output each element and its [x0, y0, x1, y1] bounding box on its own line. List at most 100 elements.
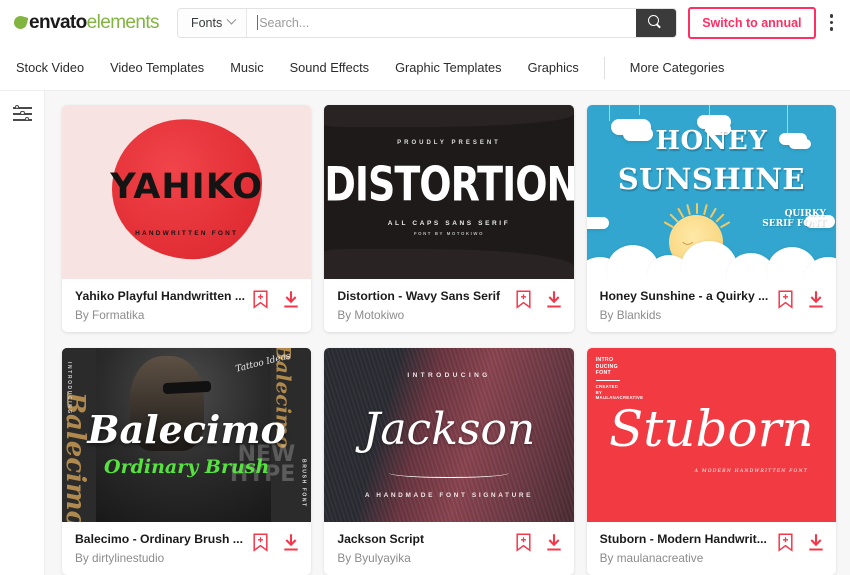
bookmark-add-icon[interactable] [777, 532, 794, 552]
art-title: DISTORTION [324, 156, 574, 212]
art-corner-text-top: INTRO DUCING FONT [596, 357, 618, 377]
card-title: Jackson Script [337, 531, 425, 546]
result-card[interactable]: INTRO DUCING FONT CREATED BY MAULANACREA… [586, 348, 836, 575]
card-author[interactable]: By Formatika [75, 308, 252, 322]
card-meta: Stuborn - Modern Handwrit... By maulanac… [587, 522, 836, 575]
filter-sidebar [0, 91, 45, 575]
nav-item-sound-effects[interactable]: Sound Effects [277, 60, 382, 75]
search-icon [648, 15, 663, 30]
more-vertical-icon[interactable] [827, 11, 837, 34]
result-card[interactable]: Balecimo Balecimo Tattoo Ideas NEW HYPE … [62, 348, 312, 575]
bookmark-add-icon[interactable] [515, 532, 532, 552]
card-meta: Yahiko Playful Handwritten ... By Format… [62, 279, 311, 332]
download-icon[interactable] [545, 290, 563, 309]
nav-item-stock-video[interactable]: Stock Video [14, 60, 97, 75]
sunglasses-shape [162, 380, 211, 395]
card-title: Balecimo - Ordinary Brush ... [75, 531, 243, 546]
switch-to-annual-button[interactable]: Switch to annual [688, 6, 816, 39]
card-preview-image[interactable]: YAHIKO HANDWRITTEN FONT [62, 105, 312, 279]
download-icon[interactable] [282, 290, 300, 309]
sun-ray [703, 203, 709, 215]
card-author[interactable]: By dirtylinestudio [75, 551, 252, 565]
logo-suffix: elements [86, 11, 160, 33]
art-eyebrow: INTRODUCING [407, 372, 491, 380]
decorative-band [324, 248, 574, 279]
art-corner-line3: FONT [595, 370, 611, 376]
download-icon[interactable] [282, 533, 300, 552]
card-preview-image[interactable]: ︶ ︶ HONEY SUNSHINE QUIRKY SERIF FONT [586, 105, 836, 279]
text-caret [257, 15, 259, 30]
art-title-line2: SUNSHINE [617, 162, 805, 197]
card-preview-image[interactable]: Balecimo Balecimo Tattoo Ideas NEW HYPE … [62, 348, 312, 522]
card-actions [252, 531, 300, 552]
art-subtitle: QUIRKY SERIF FONT [762, 209, 826, 230]
cloud-bank [586, 239, 836, 279]
filter-sliders-icon[interactable] [12, 104, 32, 122]
body-area: YAHIKO HANDWRITTEN FONT Yahiko Playful H… [0, 91, 850, 575]
bookmark-add-icon[interactable] [252, 289, 269, 309]
category-select[interactable]: Fonts [177, 8, 248, 37]
download-icon[interactable] [807, 290, 825, 309]
sun-ray [696, 202, 699, 214]
nav-item-music[interactable]: Music [217, 60, 276, 75]
art-subtitle-line2: SERIF FONT [762, 219, 826, 230]
nav-item-video-templates[interactable]: Video Templates [97, 60, 217, 75]
art-title: Balecimo [87, 407, 286, 452]
cloud-shape [586, 217, 609, 229]
search-input-wrap [247, 9, 636, 37]
corner-rule [595, 380, 620, 381]
card-preview-image[interactable]: INTRODUCING Jackson A HANDMADE FONT SIGN… [324, 348, 574, 522]
results-grid: YAHIKO HANDWRITTEN FONT Yahiko Playful H… [45, 91, 850, 575]
search-bar: Fonts [176, 7, 677, 38]
art-corner-text-bottom: CREATED BY MAULANACREATIVE [596, 384, 644, 401]
card-meta-text: Stuborn - Modern Handwrit... By maulanac… [600, 531, 777, 565]
leaf-icon [12, 14, 29, 31]
art-title: Jackson [362, 403, 536, 455]
art-subtitle: ALL CAPS SANS SERIF [387, 219, 511, 227]
nav-item-graphics[interactable]: Graphics [515, 60, 592, 75]
art-subtitle: A MODERN HANDWRITTEN FONT [694, 469, 808, 475]
search-button[interactable] [635, 8, 676, 37]
art-title: YAHIKO [110, 166, 264, 207]
card-actions [515, 531, 563, 552]
card-title: Distortion - Wavy Sans Serif [337, 288, 501, 303]
bookmark-add-icon[interactable] [777, 289, 794, 309]
cloud-string [638, 105, 640, 115]
envato-elements-logo[interactable]: envato elements [12, 11, 160, 34]
decorative-band [324, 105, 574, 127]
download-icon[interactable] [807, 533, 825, 552]
art-title: Stuborn [608, 400, 814, 459]
art-subtitle: A HANDMADE FONT SIGNATURE [364, 492, 534, 500]
card-meta: Balecimo - Ordinary Brush ... By dirtyli… [62, 522, 311, 575]
card-actions [777, 531, 825, 552]
result-card[interactable]: INTRODUCING Jackson A HANDMADE FONT SIGN… [324, 348, 574, 575]
chevron-down-icon [226, 14, 237, 25]
sun-ray [677, 207, 685, 218]
sun-ray [669, 212, 679, 223]
result-card[interactable]: YAHIKO HANDWRITTEN FONT Yahiko Playful H… [62, 105, 312, 332]
download-icon[interactable] [545, 533, 563, 552]
result-card[interactable]: ︶ ︶ HONEY SUNSHINE QUIRKY SERIF FONT [586, 105, 836, 332]
card-author[interactable]: By Blankids [600, 308, 777, 322]
art-title-line1: HONEY [655, 125, 768, 156]
card-meta: Jackson Script By Byulyayika [324, 522, 573, 575]
card-preview-image[interactable]: INTRO DUCING FONT CREATED BY MAULANACREA… [586, 348, 836, 522]
art-subtitle-line1: QUIRKY [784, 209, 826, 220]
card-author[interactable]: By Motokiwo [337, 308, 514, 322]
art-subtitle: HANDWRITTEN FONT [135, 229, 239, 237]
logo-brand: envato [29, 11, 87, 33]
card-title: Honey Sunshine - a Quirky ... [599, 288, 769, 303]
bookmark-add-icon[interactable] [515, 289, 532, 309]
header-right: Switch to annual [688, 6, 837, 39]
bookmark-add-icon[interactable] [252, 532, 269, 552]
card-author[interactable]: By maulanacreative [600, 551, 777, 565]
search-input[interactable] [257, 15, 636, 30]
nav-item-graphic-templates[interactable]: Graphic Templates [382, 60, 514, 75]
card-author[interactable]: By Byulyayika [337, 551, 514, 565]
card-preview-image[interactable]: PROUDLY PRESENT DISTORTION ALL CAPS SANS… [324, 105, 574, 279]
card-meta: Honey Sunshine - a Quirky ... By Blankid… [587, 279, 836, 332]
result-card[interactable]: PROUDLY PRESENT DISTORTION ALL CAPS SANS… [324, 105, 574, 332]
sun-ray [663, 220, 675, 228]
category-select-value: Fonts [190, 15, 223, 30]
nav-item-more-categories[interactable]: More Categories [617, 60, 738, 75]
